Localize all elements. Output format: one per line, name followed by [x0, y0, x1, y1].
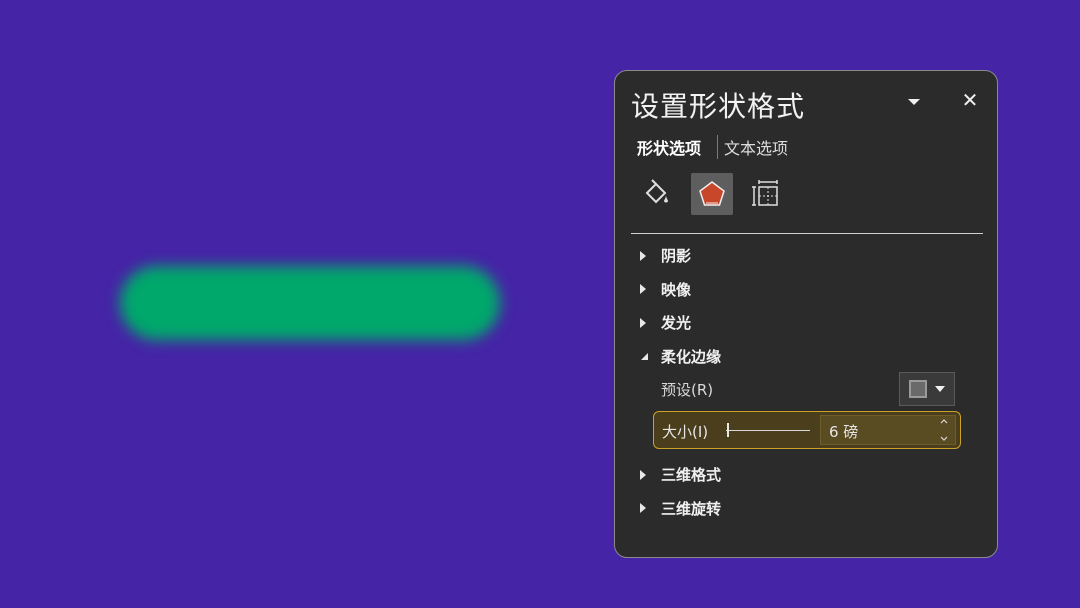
preset-label: 预设(R): [661, 381, 714, 399]
tab-text-options[interactable]: 文本选项: [724, 135, 788, 159]
effects-sections-bottom: 三维格式 三维旋转: [639, 458, 979, 525]
expand-right-icon: [639, 502, 661, 514]
category-icon-row: [635, 173, 789, 215]
chevron-down-icon: [935, 386, 945, 392]
section-label: 映像: [661, 280, 692, 299]
fill-line-icon[interactable]: [635, 173, 677, 215]
icon-row-divider: [631, 233, 983, 234]
size-value: 6 磅: [829, 423, 859, 441]
section-label: 三维旋转: [661, 499, 722, 518]
expand-right-icon: [639, 250, 661, 262]
section-3d-rotation[interactable]: 三维旋转: [639, 492, 979, 526]
collapse-down-icon: [639, 351, 661, 361]
size-input[interactable]: 6 磅: [820, 415, 956, 445]
chevron-up-icon[interactable]: [940, 419, 948, 424]
expand-right-icon: [639, 283, 661, 295]
option-tabs: 形状选项 文本选项: [637, 135, 788, 159]
size-slider-thumb[interactable]: [727, 423, 729, 437]
section-glow[interactable]: 发光: [639, 306, 979, 340]
chevron-down-icon[interactable]: [940, 436, 948, 441]
section-label: 发光: [661, 314, 692, 333]
panel-options-chevron-down-icon[interactable]: [905, 93, 923, 111]
size-spinner[interactable]: [939, 419, 949, 441]
section-3d-format[interactable]: 三维格式: [639, 458, 979, 492]
size-properties-icon[interactable]: [747, 173, 789, 215]
panel-title: 设置形状格式: [631, 90, 806, 123]
effects-pentagon-icon[interactable]: [691, 173, 733, 215]
size-slider-track[interactable]: [726, 430, 810, 431]
section-shadow[interactable]: 阴影: [639, 239, 979, 273]
close-icon[interactable]: ✕: [959, 89, 981, 111]
format-shape-panel: 设置形状格式 ✕ 形状选项 文本选项 阴影 映像 发光 柔化边缘 预设(R) 大…: [614, 70, 998, 558]
effects-sections-top: 阴影 映像 发光 柔化边缘: [639, 239, 979, 373]
section-soft-edges[interactable]: 柔化边缘: [639, 340, 979, 374]
size-label: 大小(I): [662, 423, 709, 441]
size-control-row: 大小(I) 6 磅: [653, 411, 961, 449]
expand-right-icon: [639, 317, 661, 329]
preset-dropdown-button[interactable]: [899, 372, 955, 406]
tab-shape-options[interactable]: 形状选项: [637, 135, 701, 159]
preset-swatch: [909, 380, 927, 398]
section-label: 三维格式: [661, 466, 722, 485]
section-label: 柔化边缘: [661, 347, 722, 366]
soft-edged-rounded-rectangle[interactable]: [120, 266, 500, 340]
tab-separator: [717, 135, 719, 159]
section-reflection[interactable]: 映像: [639, 273, 979, 307]
section-label: 阴影: [661, 247, 692, 266]
expand-right-icon: [639, 469, 661, 481]
